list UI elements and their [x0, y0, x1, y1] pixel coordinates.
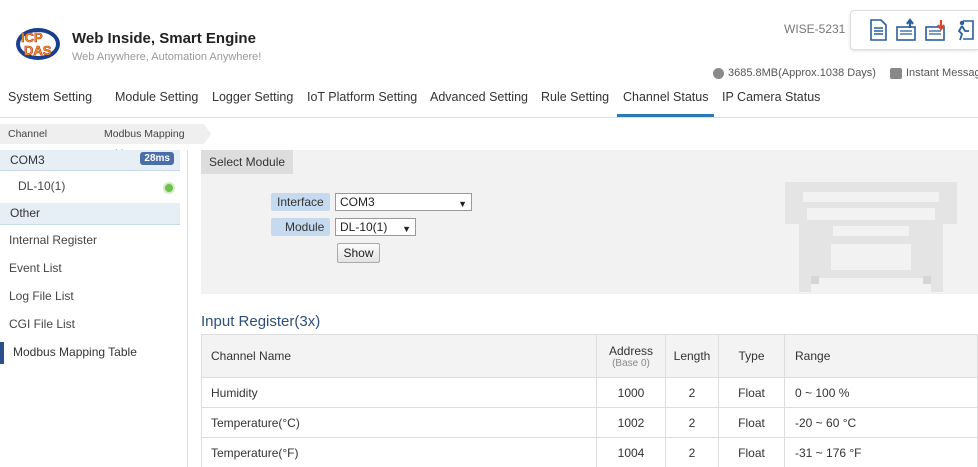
module-label: Module: [271, 218, 331, 236]
download-icon[interactable]: [924, 17, 949, 43]
icpdas-logo: ICP DAS: [12, 22, 68, 66]
header-address: Address (Base 0): [596, 334, 666, 378]
header-channel-name: Channel Name: [201, 334, 597, 378]
module-device-image: [785, 174, 957, 292]
main-nav: System Setting Module Setting Logger Set…: [0, 87, 978, 118]
interface-value: COM3: [340, 195, 375, 209]
row-type: Float: [718, 377, 785, 408]
svg-text:DAS: DAS: [24, 43, 52, 58]
nav-advanced-setting[interactable]: Advanced Setting: [430, 87, 528, 117]
sidebar-item-modbus-mapping-table[interactable]: Modbus Mapping Table: [0, 342, 180, 364]
logout-icon[interactable]: [953, 17, 978, 43]
other-label: Other: [10, 206, 41, 220]
dropdown-arrow-icon: ▼: [402, 224, 411, 234]
breadcrumb: Channel Status Modbus Mapping Table: [0, 124, 211, 160]
brand-title: Web Inside, Smart Engine: [72, 30, 256, 47]
page-header: ICP DAS Web Inside, Smart Engine Web Any…: [0, 0, 978, 87]
row-address: 1000: [596, 377, 666, 408]
row-channel-name: Humidity: [201, 377, 597, 408]
header-range: Range: [784, 334, 978, 378]
row-range: -20 ~ 60 °C: [784, 407, 978, 438]
module-select[interactable]: DL-10(1) ▼: [335, 218, 416, 236]
document-icon[interactable]: [865, 17, 890, 43]
com-port-label: COM3: [10, 153, 45, 167]
row-range: -31 ~ 176 °F: [784, 437, 978, 467]
nav-ip-camera-status[interactable]: IP Camera Status: [722, 87, 820, 117]
instant-message-link[interactable]: Instant Message: [906, 67, 978, 79]
input-register-title: Input Register(3x): [201, 313, 321, 330]
interface-label: Interface: [271, 193, 330, 211]
device-label: DL-10(1): [18, 179, 66, 193]
header-address-label: Address: [608, 343, 654, 358]
select-module-tab: Select Module: [201, 150, 294, 174]
header-length: Length: [665, 334, 719, 378]
device-model: WISE-5231: [784, 22, 846, 36]
upload-icon[interactable]: [894, 17, 919, 43]
nav-channel-status[interactable]: Channel Status: [617, 87, 715, 117]
row-length: 2: [665, 407, 719, 438]
brand-subtitle: Web Anywhere, Automation Anywhere!: [72, 51, 262, 63]
sidebar-item-event-list[interactable]: Event List: [0, 261, 180, 283]
breadcrumb-modbus-mapping-table[interactable]: Modbus Mapping Table: [90, 124, 211, 160]
row-channel-name: Temperature(°F): [201, 437, 597, 467]
message-icon[interactable]: [889, 67, 902, 79]
header-type: Type: [718, 334, 785, 378]
sidebar: COM3 28ms DL-10(1) Other Internal Regist…: [0, 150, 188, 467]
storage-icon: [713, 67, 724, 79]
row-length: 2: [665, 437, 719, 467]
status-line: 3685.8MB(Approx.1038 Days) Instant Messa…: [713, 67, 978, 79]
row-address: 1004: [596, 437, 666, 467]
sidebar-item-log-file-list[interactable]: Log File List: [0, 289, 180, 311]
sidebar-item-dl-10[interactable]: DL-10(1): [0, 179, 180, 201]
sidebar-item-cgi-file-list[interactable]: CGI File List: [0, 317, 180, 339]
header-toolbar: [850, 10, 978, 50]
poll-time-badge: 28ms: [140, 152, 174, 165]
row-range: 0 ~ 100 %: [784, 377, 978, 408]
module-value: DL-10(1): [340, 220, 388, 234]
sidebar-other-header: Other: [0, 203, 180, 225]
row-length: 2: [665, 377, 719, 408]
dropdown-arrow-icon: ▼: [458, 199, 467, 209]
row-channel-name: Temperature(°C): [201, 407, 597, 438]
show-button[interactable]: Show: [337, 243, 380, 263]
interface-select[interactable]: COM3 ▼: [335, 193, 472, 211]
sidebar-item-internal-register[interactable]: Internal Register: [0, 233, 180, 255]
storage-status: 3685.8MB(Approx.1038 Days): [728, 67, 876, 79]
online-status-icon: [163, 182, 175, 194]
nav-module-setting[interactable]: Module Setting: [115, 87, 198, 117]
row-address: 1002: [596, 407, 666, 438]
nav-logger-setting[interactable]: Logger Setting: [212, 87, 293, 117]
nav-system-setting[interactable]: System Setting: [8, 87, 92, 117]
sidebar-com-header[interactable]: COM3 28ms: [0, 150, 180, 171]
breadcrumb-channel-status[interactable]: Channel Status: [0, 124, 97, 160]
row-type: Float: [718, 407, 785, 438]
header-address-sub: (Base 0): [612, 357, 650, 369]
nav-rule-setting[interactable]: Rule Setting: [541, 87, 609, 117]
row-type: Float: [718, 437, 785, 467]
nav-iot-platform-setting[interactable]: IoT Platform Setting: [307, 87, 417, 117]
